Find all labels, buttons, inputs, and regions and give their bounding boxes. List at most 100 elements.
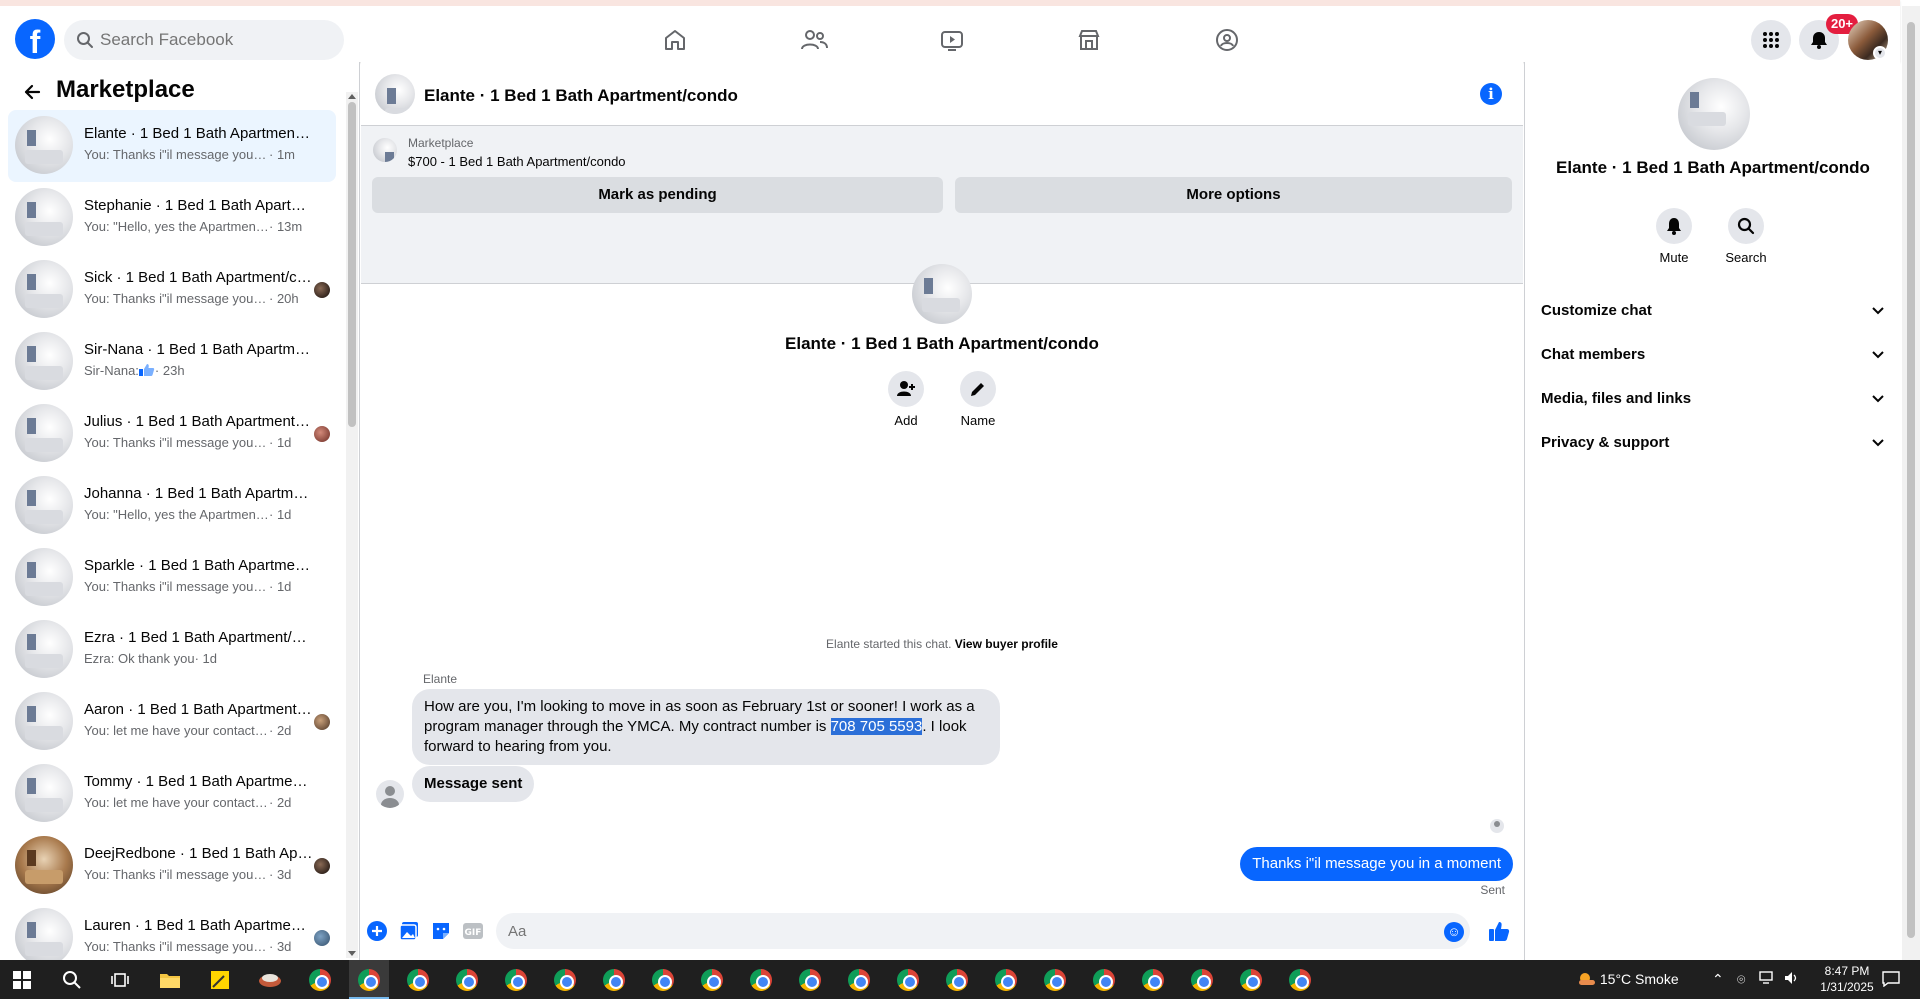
chrome-window-icon[interactable] — [1139, 966, 1167, 994]
name-chat-button[interactable]: Name — [948, 371, 1008, 428]
mark-as-pending-button[interactable]: Mark as pending — [372, 177, 943, 213]
chrome-window-icon[interactable] — [845, 966, 873, 994]
menu-grid-icon[interactable] — [1751, 20, 1791, 60]
conversation-name: Elante · 1 Bed 1 Bath Apartment/condo — [84, 125, 314, 142]
gif-icon[interactable]: GIF — [461, 919, 485, 943]
chrome-window-icon[interactable] — [698, 966, 726, 994]
marketplace-icon[interactable] — [1069, 20, 1109, 60]
home-icon[interactable] — [655, 20, 695, 60]
conversation-item[interactable]: Elante · 1 Bed 1 Bath Apartment/condo You… — [8, 110, 336, 182]
conversation-item[interactable]: DeejRedbone · 1 Bed 1 Bath Apartment/con… — [8, 830, 336, 902]
outgoing-message[interactable]: Thanks i"il message you in a moment — [1240, 847, 1513, 881]
account-chevron-icon[interactable]: ▾ — [1873, 46, 1887, 60]
conversation-item[interactable]: Johanna · 1 Bed 1 Bath Apartment/condo Yo… — [8, 470, 336, 542]
sticker-icon[interactable] — [429, 919, 453, 943]
plus-circle-icon[interactable] — [365, 919, 389, 943]
chat-title[interactable]: Elante · 1 Bed 1 Bath Apartment/condo — [424, 86, 738, 106]
page-scrollbar[interactable] — [1902, 6, 1920, 960]
chrome-window-icon[interactable] — [551, 966, 579, 994]
weather-widget[interactable]: 15°C Smoke — [1578, 971, 1679, 987]
add-person-icon[interactable] — [888, 371, 924, 407]
photo-icon[interactable] — [397, 919, 421, 943]
conversation-item[interactable]: Tommy · 1 Bed 1 Bath Apartment/condo You:… — [8, 758, 336, 830]
network-icon[interactable] — [1759, 971, 1775, 988]
search-input[interactable] — [100, 20, 330, 60]
chrome-window-icon[interactable] — [600, 966, 628, 994]
conversation-item[interactable]: Julius · 1 Bed 1 Bath Apartment/condo You… — [8, 398, 336, 470]
incoming-message-sent[interactable]: Message sent — [412, 766, 535, 802]
conversation-item[interactable]: Sir-Nana · 1 Bed 1 Bath Apartment/condo S… — [8, 326, 336, 398]
app-icon[interactable] — [256, 966, 284, 994]
facebook-logo-icon[interactable]: f — [15, 19, 55, 59]
sidebar-scroll-thumb[interactable] — [348, 102, 356, 427]
windows-start-icon[interactable] — [8, 966, 36, 994]
view-buyer-profile-link[interactable]: View buyer profile — [955, 637, 1058, 651]
magnifier-icon[interactable] — [1728, 208, 1764, 244]
chrome-window-icon[interactable] — [306, 966, 334, 994]
task-view-icon[interactable] — [106, 966, 134, 994]
highlighted-phone-number[interactable]: 708 705 5593 — [830, 718, 923, 735]
mute-button[interactable]: Mute — [1644, 208, 1704, 265]
message-input[interactable] — [496, 913, 1470, 949]
chrome-window-icon[interactable] — [894, 966, 922, 994]
listing-thumbnail[interactable] — [373, 138, 397, 162]
emoji-icon[interactable]: ☺ — [1444, 922, 1464, 942]
scroll-down-arrow-icon[interactable] — [348, 951, 356, 956]
chrome-window-icon[interactable] — [1237, 966, 1265, 994]
chrome-window-icon[interactable] — [502, 966, 530, 994]
chrome-window-icon[interactable] — [1041, 966, 1069, 994]
conversation-item[interactable]: Sparkle · 1 Bed 1 Bath Apartment/condo Yo… — [8, 542, 336, 614]
preview-text: Ezra: Ok thank you — [84, 651, 195, 666]
sidebar-scrollbar[interactable] — [346, 92, 358, 958]
tray-chevron-icon[interactable]: ⌃ — [1712, 971, 1724, 988]
chrome-window-icon[interactable] — [747, 966, 775, 994]
like-thumb-icon[interactable] — [1487, 919, 1511, 943]
groups-icon[interactable] — [1207, 20, 1247, 60]
chrome-window-icon[interactable] — [1188, 966, 1216, 994]
chrome-window-icon[interactable] — [992, 966, 1020, 994]
conversation-item[interactable]: Stephanie · 1 Bed 1 Bath Apartment/condo… — [8, 182, 336, 254]
more-options-button[interactable]: More options — [955, 177, 1512, 213]
chrome-window-icon[interactable] — [796, 966, 824, 994]
chrome-window-icon[interactable] — [943, 966, 971, 994]
chrome-window-icon[interactable] — [355, 966, 383, 994]
taskbar-clock[interactable]: 8:47 PM 1/31/2025 — [1812, 963, 1882, 995]
conversation-item[interactable]: Aaron · 1 Bed 1 Bath Apartment/condo You:… — [8, 686, 336, 758]
search-box[interactable] — [64, 20, 344, 60]
search-in-chat-button[interactable]: Search — [1716, 208, 1776, 265]
camera-tray-icon[interactable]: ⌾ — [1737, 971, 1745, 988]
pencil-icon[interactable] — [960, 371, 996, 407]
chat-members-section[interactable]: Chat members — [1541, 334, 1885, 378]
video-icon[interactable] — [932, 20, 972, 60]
media-files-links-section[interactable]: Media, files and links — [1541, 378, 1885, 422]
incoming-message[interactable]: How are you, I'm looking to move in as s… — [412, 689, 1000, 765]
chrome-window-icon[interactable] — [1090, 966, 1118, 994]
chat-header-avatar[interactable] — [375, 74, 415, 114]
friends-icon[interactable] — [794, 20, 834, 60]
privacy-support-section[interactable]: Privacy & support — [1541, 422, 1885, 466]
conversation-item[interactable]: Ezra · 1 Bed 1 Bath Apartment/condo Ezra:… — [8, 614, 336, 686]
taskbar-search-icon[interactable] — [58, 966, 86, 994]
chrome-window-icon[interactable] — [453, 966, 481, 994]
volume-icon[interactable] — [1784, 971, 1800, 988]
bell-icon[interactable] — [1656, 208, 1692, 244]
conversation-item[interactable]: Sick · 1 Bed 1 Bath Apartment/condo You: … — [8, 254, 336, 326]
scroll-up-arrow-icon[interactable] — [348, 94, 356, 99]
chrome-window-icon[interactable] — [649, 966, 677, 994]
notification-center-icon[interactable] — [1882, 971, 1900, 990]
listing-title[interactable]: $700 - 1 Bed 1 Bath Apartment/condo — [408, 154, 626, 169]
sender-avatar[interactable] — [376, 780, 404, 808]
add-people-button[interactable]: Add — [876, 371, 936, 428]
chrome-window-icon[interactable] — [1286, 966, 1314, 994]
info-icon[interactable]: i — [1480, 83, 1502, 105]
chrome-window-icon[interactable] — [404, 966, 432, 994]
sticky-notes-icon[interactable] — [206, 966, 234, 994]
conversation-name: Sparkle · 1 Bed 1 Bath Apartment/condo — [84, 557, 314, 574]
conversation-time: · 20h — [269, 291, 299, 306]
page-scroll-thumb[interactable] — [1907, 22, 1915, 938]
back-arrow-icon[interactable] — [18, 78, 46, 106]
file-explorer-icon[interactable] — [156, 966, 184, 994]
details-avatar[interactable] — [1678, 78, 1750, 150]
conversation-item[interactable]: Lauren · 1 Bed 1 Bath Apartment/condo You… — [8, 902, 336, 960]
customize-chat-section[interactable]: Customize chat — [1541, 290, 1885, 334]
